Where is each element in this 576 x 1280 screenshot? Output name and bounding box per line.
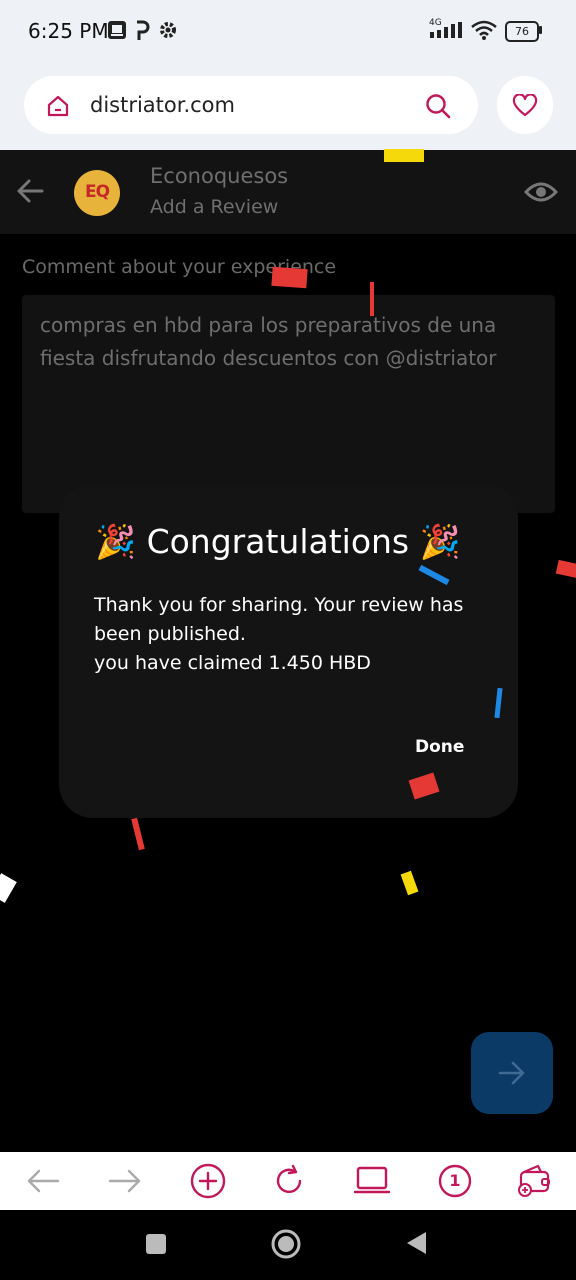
comment-value[interactable]: compras en hbd para los preparativos de … — [40, 309, 540, 375]
new-tab-plus-icon[interactable] — [185, 1158, 231, 1204]
store-logo: EQ — [74, 170, 120, 216]
dialog-message: Thank you for sharing. Your review has b… — [94, 591, 494, 678]
browser-bottom-toolbar: 1 — [0, 1152, 576, 1210]
system-nav-bar — [0, 1210, 576, 1280]
page-subtitle: Add a Review — [150, 196, 279, 218]
eye-icon[interactable] — [524, 180, 558, 204]
url-text[interactable]: distriator.com — [90, 93, 235, 117]
search-icon[interactable] — [424, 92, 452, 120]
heart-icon — [512, 94, 538, 117]
recent-apps-button[interactable] — [146, 1234, 166, 1254]
battery-level: 76 — [515, 25, 529, 38]
settings-gear-icon — [160, 22, 176, 38]
favorite-button[interactable] — [497, 76, 553, 134]
battery-tip — [539, 26, 542, 34]
wifi-icon — [471, 20, 497, 40]
status-time: 6:25 PM — [28, 19, 109, 43]
dialog-title: 🎉 Congratulations 🎉 — [95, 522, 461, 561]
store-logo-text: EQ — [84, 182, 110, 202]
congratulations-dialog: 🎉 Congratulations 🎉 Thank you for sharin… — [59, 484, 518, 818]
confetti-piece — [370, 282, 374, 316]
confetti-piece — [271, 266, 308, 289]
arrow-right-icon — [498, 1061, 525, 1085]
confetti-piece — [384, 149, 424, 162]
wallet-icon[interactable] — [512, 1158, 558, 1204]
browser-back-icon[interactable] — [20, 1158, 66, 1204]
tab-count-button[interactable]: 1 — [432, 1158, 478, 1204]
battery-icon: 76 — [505, 21, 539, 42]
address-bar[interactable]: distriator.com — [24, 76, 478, 134]
back-arrow-icon[interactable] — [16, 178, 44, 204]
home-icon[interactable] — [46, 94, 70, 118]
home-button[interactable] — [270, 1228, 302, 1260]
p-notification-icon — [137, 20, 150, 40]
status-bar: 6:25 PM 4G 76 — [0, 0, 576, 62]
app-header: EQ Econoquesos Add a Review — [0, 150, 576, 234]
desktop-mode-icon[interactable] — [349, 1158, 395, 1204]
reload-icon[interactable] — [266, 1158, 312, 1204]
cell-signal-icon — [430, 22, 462, 38]
next-button[interactable] — [471, 1032, 553, 1114]
browser-forward-icon[interactable] — [102, 1158, 148, 1204]
comment-textarea[interactable]: compras en hbd para los preparativos de … — [22, 295, 555, 513]
store-name: Econoquesos — [150, 164, 289, 188]
dialog-message-line2: you have claimed 1.450 HBD — [94, 652, 371, 674]
browser-toolbar: distriator.com — [0, 62, 576, 150]
dialog-message-line1: Thank you for sharing. Your review has b… — [94, 594, 464, 645]
tab-count: 1 — [449, 1171, 461, 1190]
system-back-button[interactable] — [404, 1230, 428, 1256]
image-notification-icon — [108, 21, 126, 39]
done-button[interactable]: Done — [415, 737, 464, 757]
